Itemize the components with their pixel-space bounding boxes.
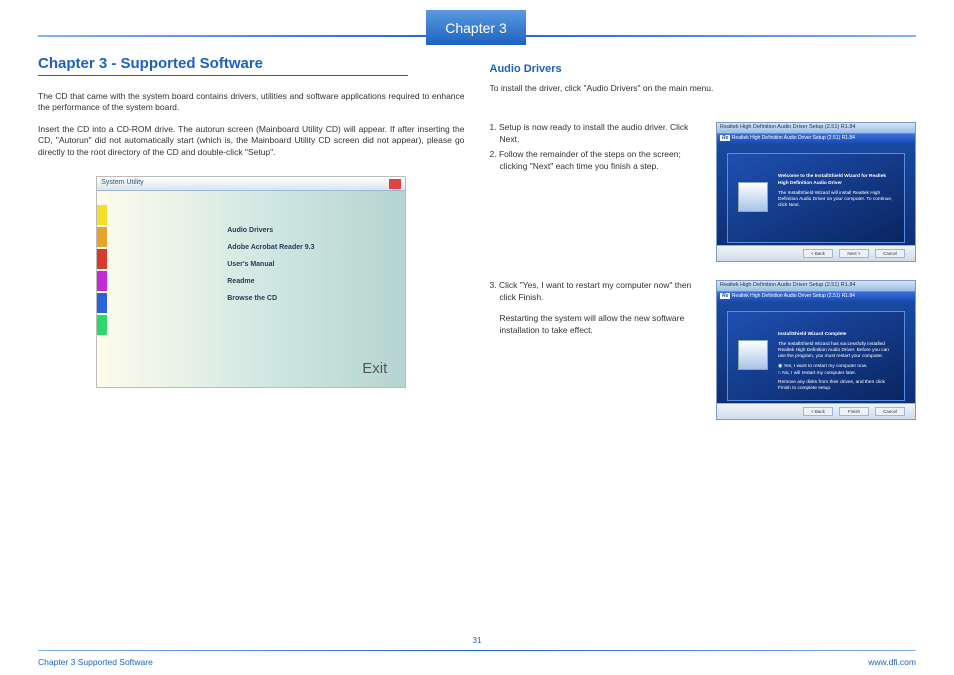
page-body: Chapter 3 - Supported Software The CD th… (38, 55, 916, 635)
chapter-tab: Chapter 3 (426, 10, 526, 45)
utility-menu-item: Adobe Acrobat Reader 9.3 (227, 244, 314, 251)
installer-button: < Back (803, 249, 833, 258)
footer: Chapter 3 Supported Software www.dfi.com (38, 657, 916, 667)
installer1-panel: Welcome to the InstallShield Wizard for … (727, 153, 905, 243)
utility-titlebar: System Utility (97, 177, 405, 191)
color-stripes (97, 205, 107, 337)
installer1-sub: Re Realtek High Definition Audio Driver … (717, 134, 915, 144)
footer-left: Chapter 3 Supported Software (38, 657, 153, 667)
installer2-top: Realtek High Definition Audio Driver Set… (717, 281, 915, 292)
stripe (97, 315, 107, 335)
installer-screenshot-1: Realtek High Definition Audio Driver Set… (716, 122, 916, 262)
stripe (97, 271, 107, 291)
installer-button: Finish (839, 407, 869, 416)
footer-rule (38, 650, 916, 651)
stripe (97, 227, 107, 247)
box-icon (738, 182, 768, 212)
step-text-2: 3. Click "Yes, I want to restart my comp… (490, 280, 707, 420)
installer-button: Next > (839, 249, 869, 258)
stripe (97, 205, 107, 225)
close-icon (389, 179, 401, 189)
stripe (97, 293, 107, 313)
left-column: Chapter 3 - Supported Software The CD th… (38, 55, 465, 635)
utility-screenshot: System Utility Audio Drivers Adobe Acroba… (96, 176, 406, 388)
intro-p2: Insert the CD into a CD-ROM drive. The a… (38, 124, 465, 158)
step-1: 1. Setup is now ready to install the aud… (490, 122, 707, 145)
step-3b: Restarting the system will allow the new… (490, 313, 707, 336)
installer2-buttons: < Back Finish Cancel (717, 403, 915, 419)
utility-menu: Audio Drivers Adobe Acrobat Reader 9.3 Use… (227, 227, 314, 312)
audio-intro: To install the driver, click "Audio Driv… (490, 83, 917, 94)
installer2-text: InstallShield Wizard Complete The Instal… (778, 332, 896, 392)
installer1-buttons: < Back Next > Cancel (717, 245, 915, 261)
step-text-1: 1. Setup is now ready to install the aud… (490, 122, 707, 262)
utility-title-text: System Utility (101, 179, 143, 188)
utility-menu-item: Readme (227, 278, 314, 285)
section-title: Chapter 3 - Supported Software (38, 55, 408, 76)
intro-p1: The CD that came with the system board c… (38, 91, 465, 114)
installer-button: Cancel (875, 407, 905, 416)
installer2-panel: InstallShield Wizard Complete The Instal… (727, 311, 905, 401)
audio-drivers-title: Audio Drivers (490, 63, 917, 75)
right-column: Audio Drivers To install the driver, cli… (490, 55, 917, 635)
step-block-2: 3. Click "Yes, I want to restart my comp… (490, 280, 917, 420)
installer1-text: Welcome to the InstallShield Wizard for … (778, 174, 896, 209)
step-block-1: 1. Setup is now ready to install the aud… (490, 122, 917, 262)
stripe (97, 249, 107, 269)
installer2-sub: Re Realtek High Definition Audio Driver … (717, 292, 915, 302)
utility-menu-item: User's Manual (227, 261, 314, 268)
utility-menu-item: Audio Drivers (227, 227, 314, 234)
box-icon (738, 340, 768, 370)
page-number: 31 (0, 636, 954, 645)
utility-menu-item: Browse the CD (227, 295, 314, 302)
step-2: 2. Follow the remainder of the steps on … (490, 149, 707, 172)
installer-button: < Back (803, 407, 833, 416)
exit-label: Exit (362, 360, 387, 377)
step-3a: 3. Click "Yes, I want to restart my comp… (490, 280, 707, 303)
installer-button: Cancel (875, 249, 905, 258)
installer-screenshot-2: Realtek High Definition Audio Driver Set… (716, 280, 916, 420)
footer-right: www.dfi.com (868, 657, 916, 667)
installer1-top: Realtek High Definition Audio Driver Set… (717, 123, 915, 134)
